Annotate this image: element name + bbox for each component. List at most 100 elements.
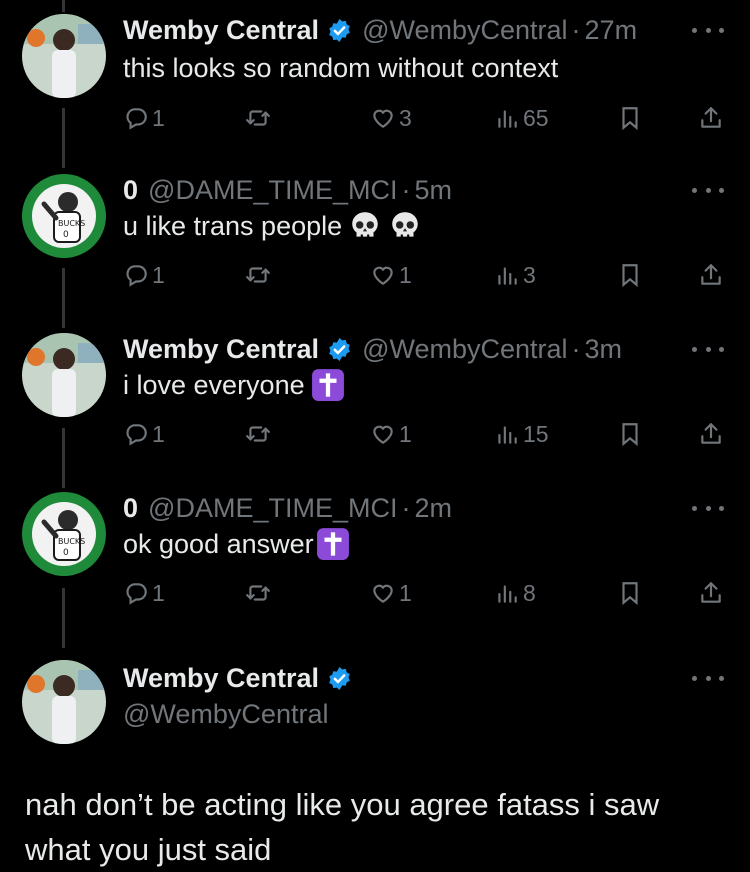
views-chart-icon [498, 426, 517, 444]
share-icon [701, 582, 721, 603]
tweet-text-content: ok good answer [123, 528, 314, 559]
tweet-actions: 1 1 3 [0, 258, 750, 292]
heart-icon [373, 266, 393, 285]
like-button[interactable]: 1 [370, 258, 412, 292]
more-options-button[interactable] [692, 339, 724, 359]
svg-text:0: 0 [63, 548, 69, 558]
reply-count: 1 [152, 579, 165, 606]
verified-badge-icon [329, 337, 350, 361]
views-button[interactable]: 65 [494, 101, 549, 135]
views-count: 3 [523, 261, 536, 288]
separator-dot: · [401, 174, 411, 205]
like-count: 1 [399, 261, 412, 288]
wemby-avatar-image [22, 660, 106, 744]
reply-icon [126, 424, 147, 446]
author-name[interactable]: Wemby Central [123, 334, 319, 365]
avatar[interactable]: BUCKS 0 [22, 492, 106, 576]
views-chart-icon [498, 585, 517, 603]
avatar[interactable] [22, 660, 106, 744]
share-icon [701, 423, 721, 444]
skull-emoji [388, 209, 422, 243]
like-button[interactable]: 1 [370, 576, 412, 610]
reply-icon [126, 583, 147, 605]
like-count: 3 [399, 104, 412, 131]
reply-count: 1 [152, 261, 165, 288]
reply-count: 1 [152, 104, 165, 131]
share-button[interactable] [698, 258, 724, 292]
share-button[interactable] [698, 417, 724, 451]
tweet-text: u like trans people [123, 208, 422, 244]
repost-button[interactable] [245, 101, 271, 135]
bookmark-button[interactable] [617, 258, 643, 292]
more-options-button[interactable] [692, 498, 724, 518]
bookmark-button[interactable] [617, 101, 643, 135]
more-options-button[interactable] [692, 668, 724, 688]
repost-icon [246, 585, 270, 601]
share-icon [701, 107, 721, 128]
dame-avatar-image: BUCKS 0 [22, 174, 106, 258]
author-name[interactable]: 0 [123, 493, 138, 524]
tweet-text-content: u like trans people [123, 210, 343, 241]
svg-text:BUCKS: BUCKS [58, 219, 85, 228]
author-name[interactable]: Wemby Central [123, 15, 319, 46]
author-handle[interactable]: @WembyCentral [123, 699, 328, 730]
repost-icon [246, 267, 270, 283]
avatar[interactable] [22, 14, 106, 98]
reply-button[interactable]: 1 [123, 417, 165, 451]
bookmark-button[interactable] [617, 417, 643, 451]
author-handle[interactable]: @WembyCentral [362, 334, 567, 365]
views-count: 15 [523, 420, 549, 447]
reply-button[interactable]: 1 [123, 258, 165, 292]
author-handle[interactable]: @DAME_TIME_MCI [148, 493, 397, 524]
repost-button[interactable] [245, 258, 271, 292]
separator-dot: · [571, 333, 581, 364]
share-icon [701, 264, 721, 285]
author-handle[interactable]: @WembyCentral [362, 15, 567, 46]
author-handle[interactable]: @DAME_TIME_MCI [148, 175, 397, 206]
author-name[interactable]: Wemby Central [123, 663, 319, 694]
bookmark-button[interactable] [617, 576, 643, 610]
tweet-text-content: i love everyone [123, 369, 305, 400]
author-name[interactable]: 0 [123, 175, 138, 206]
reply-button[interactable]: 1 [123, 576, 165, 610]
svg-text:BUCKS: BUCKS [58, 537, 85, 546]
bookmark-icon [622, 582, 638, 606]
tweet-text: i love everyone [123, 367, 345, 403]
views-chart-icon [498, 110, 517, 128]
bookmark-icon [622, 423, 638, 447]
timestamp[interactable]: 5m [414, 175, 452, 206]
views-count: 65 [523, 104, 549, 131]
reply-icon [126, 108, 147, 130]
share-button[interactable] [698, 101, 724, 135]
wemby-avatar-image [22, 333, 106, 417]
like-button[interactable]: 1 [370, 417, 412, 451]
reply-button[interactable]: 1 [123, 101, 165, 135]
avatar[interactable] [22, 333, 106, 417]
main-tweet-text: nah don’t be acting like you agree fatas… [25, 787, 660, 867]
more-options-button[interactable] [692, 20, 724, 40]
tweet-actions: 1 3 65 [0, 101, 750, 135]
timestamp[interactable]: 27m [585, 15, 638, 46]
timestamp[interactable]: 2m [414, 493, 452, 524]
thread-line [62, 0, 65, 12]
share-button[interactable] [698, 576, 724, 610]
views-button[interactable]: 8 [494, 576, 536, 610]
repost-icon [246, 426, 270, 442]
views-button[interactable]: 15 [494, 417, 549, 451]
repost-button[interactable] [245, 576, 271, 610]
like-count: 1 [399, 579, 412, 606]
heart-icon [373, 109, 393, 128]
more-options-button[interactable] [692, 180, 724, 200]
views-chart-icon [498, 267, 517, 285]
tweet-actions: 1 1 8 [0, 576, 750, 610]
like-button[interactable]: 3 [370, 101, 412, 135]
views-button[interactable]: 3 [494, 258, 536, 292]
main-tweet-handle[interactable]: @WembyCentral [123, 696, 328, 732]
tweet-actions: 1 1 15 [0, 417, 750, 451]
avatar[interactable]: BUCKS 0 [22, 174, 106, 258]
tweet-text: ok good answer [123, 526, 350, 562]
repost-button[interactable] [245, 417, 271, 451]
heart-icon [373, 425, 393, 444]
reply-count: 1 [152, 420, 165, 447]
timestamp[interactable]: 3m [585, 334, 623, 365]
